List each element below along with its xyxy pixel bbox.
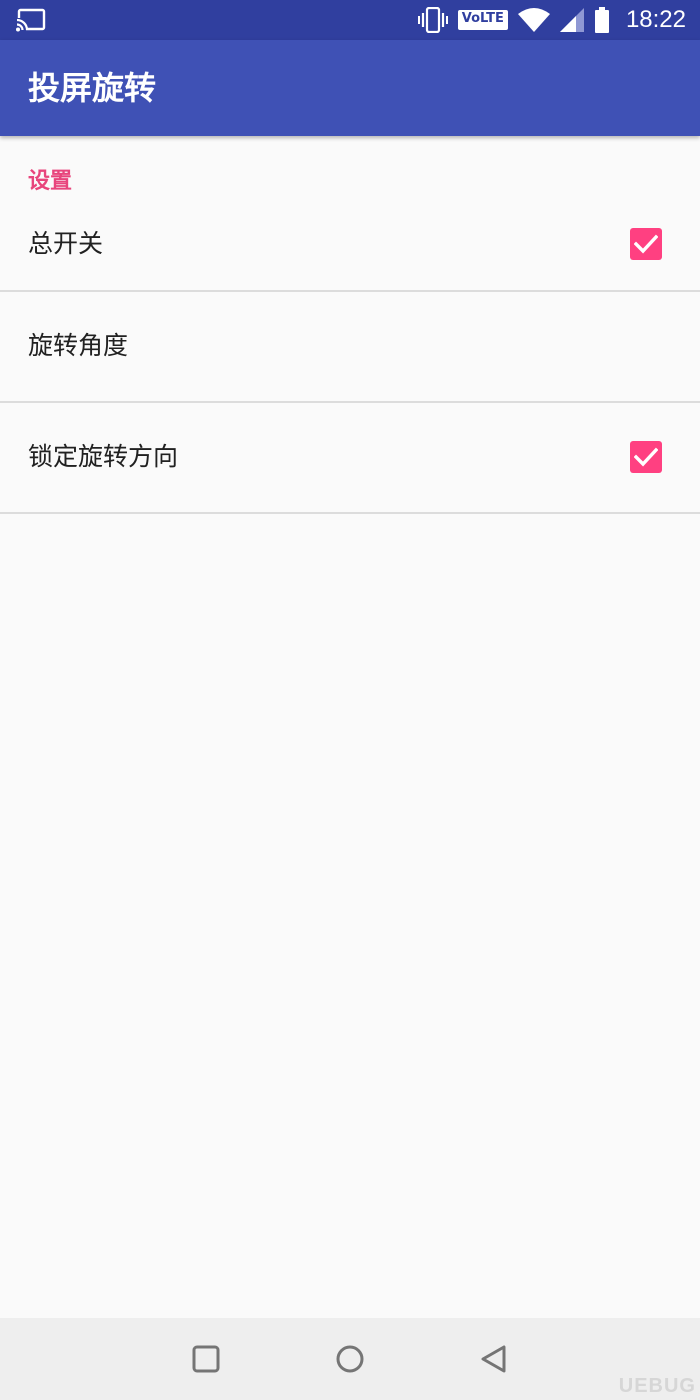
pref-master-switch-label: 总开关: [28, 229, 104, 258]
signal-icon: [559, 8, 584, 32]
navigation-bar: UEBUG: [0, 1318, 700, 1400]
master-switch-checkbox[interactable]: [630, 228, 662, 260]
cast-icon: [16, 8, 46, 32]
pref-master-switch[interactable]: 总开关: [0, 202, 700, 292]
watermark: UEBUG: [618, 1375, 696, 1397]
check-icon: [634, 447, 658, 467]
status-bar: VoLTE 18:22: [0, 0, 700, 40]
app-bar: 投屏旋转: [0, 40, 700, 136]
clock: 18:22: [625, 6, 686, 33]
home-icon[interactable]: [333, 1342, 367, 1376]
back-icon[interactable]: [477, 1342, 511, 1376]
lock-orientation-checkbox[interactable]: [630, 441, 662, 473]
app-title: 投屏旋转: [28, 69, 157, 107]
check-icon: [634, 234, 658, 254]
settings-category-label: 设置: [28, 169, 73, 194]
pref-rotation-angle-label: 旋转角度: [28, 331, 129, 360]
volte-badge: VoLTE: [457, 10, 508, 30]
vibrate-icon: [417, 7, 448, 33]
battery-icon: [594, 7, 609, 33]
wifi-icon: [517, 8, 550, 32]
recents-icon[interactable]: [189, 1342, 223, 1376]
pref-lock-orientation[interactable]: 锁定旋转方向: [0, 403, 700, 514]
pref-lock-orientation-label: 锁定旋转方向: [28, 442, 179, 471]
pref-rotation-angle[interactable]: 旋转角度: [0, 292, 700, 403]
